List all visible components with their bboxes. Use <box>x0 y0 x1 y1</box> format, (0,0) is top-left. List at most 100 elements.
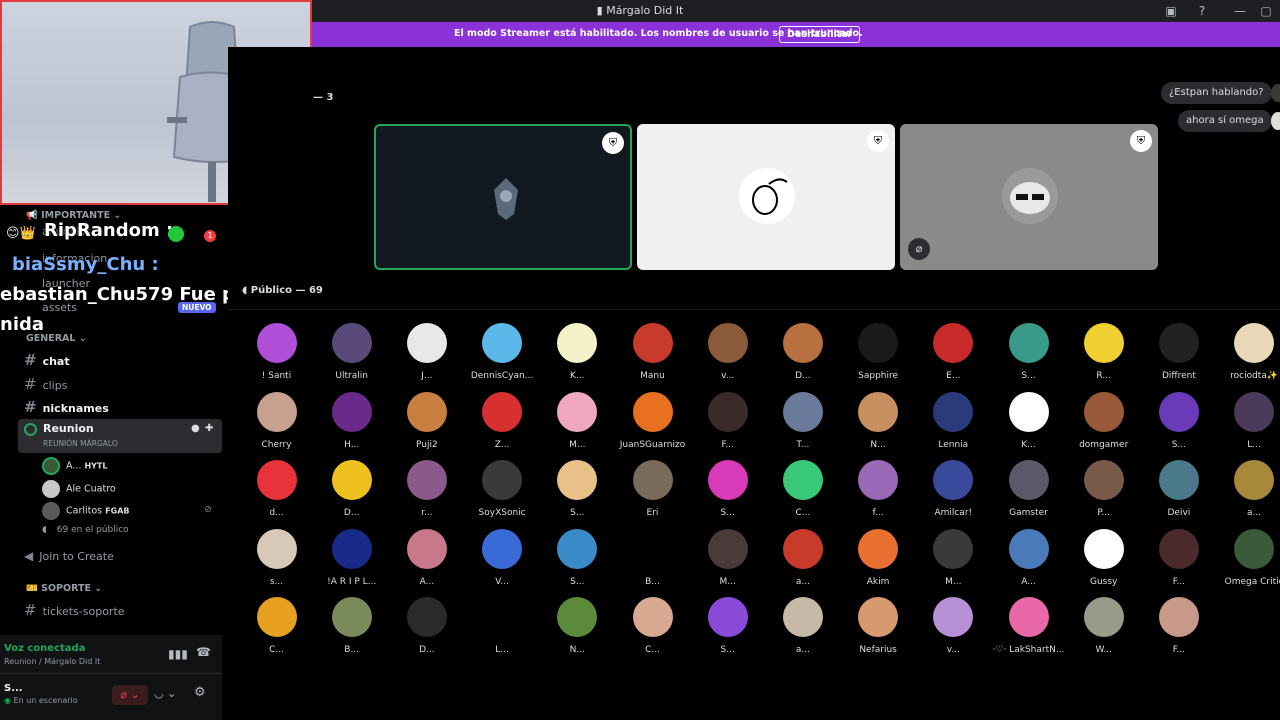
audience-member[interactable]: S... <box>690 597 765 655</box>
audience-member[interactable]: Z... <box>465 391 540 450</box>
channel-reunion[interactable]: Reunion REUNIÓN MÁRGALO ● ✚ <box>18 419 222 453</box>
audience-member[interactable]: Akim <box>841 528 916 587</box>
category-soporte[interactable]: 🎫 SOPORTE ⌄ <box>26 583 102 594</box>
audience-member[interactable]: Omega Critic <box>1217 528 1280 587</box>
microphone-muted-button[interactable]: ⌀ ⌄ <box>112 685 148 705</box>
audience-member[interactable]: D... <box>389 597 464 655</box>
audience-member[interactable]: Puji2 <box>389 391 464 450</box>
add-member-icon[interactable]: ✚ <box>205 423 213 434</box>
audience-member[interactable]: Sapphire <box>841 323 916 381</box>
audience-member[interactable]: f... <box>841 460 916 518</box>
audience-member[interactable]: B... <box>615 528 690 587</box>
headphones-button[interactable]: ◡ ⌄ <box>154 687 176 700</box>
audience-member[interactable]: a... <box>765 528 840 587</box>
audience-member[interactable]: C... <box>765 460 840 518</box>
audience-count[interactable]: ◖ 69 en el público <box>42 525 129 535</box>
audience-member[interactable]: Gamster <box>991 460 1066 518</box>
avatar <box>331 528 372 569</box>
voice-user[interactable]: Ale Cuatro <box>42 480 116 498</box>
audience-member[interactable]: D... <box>765 323 840 381</box>
audience-member[interactable]: Ultralin <box>314 323 389 381</box>
disconnect-icon[interactable]: ☎ <box>196 645 211 659</box>
audience-member[interactable]: M... <box>690 528 765 587</box>
audience-member[interactable]: E... <box>916 323 991 381</box>
inbox-icon[interactable]: ▣ <box>1163 3 1179 19</box>
audience-member[interactable]: rociodta✨ <box>1217 323 1280 381</box>
avatar <box>707 528 748 569</box>
audience-member[interactable]: Lennia <box>916 391 991 450</box>
audience-member[interactable]: Diffrent <box>1141 323 1216 381</box>
audience-member[interactable]: S... <box>1141 391 1216 450</box>
chat-bubble-icon[interactable]: ● <box>191 423 200 434</box>
audience-member[interactable]: N... <box>540 597 615 655</box>
audience-member[interactable]: W... <box>1066 597 1141 655</box>
voice-user[interactable]: Carlitos FGAB ⊘ <box>42 502 212 520</box>
help-icon[interactable]: ? <box>1194 3 1210 19</box>
audience-member[interactable]: !A R I P L... <box>314 528 389 587</box>
audience-member[interactable]: s... <box>239 528 314 587</box>
audience-member[interactable]: B... <box>314 597 389 655</box>
audience-member[interactable]: R... <box>1066 323 1141 381</box>
audience-member[interactable]: S... <box>991 323 1066 381</box>
audience-member[interactable]: d... <box>239 460 314 518</box>
audience-member[interactable]: v... <box>690 323 765 381</box>
audience-member[interactable]: a... <box>765 597 840 655</box>
audience-member[interactable]: C... <box>239 597 314 655</box>
audience-member[interactable]: H... <box>314 391 389 450</box>
audience-member[interactable]: M... <box>540 391 615 450</box>
audience-member[interactable]: J... <box>389 323 464 381</box>
audience-member[interactable]: D... <box>314 460 389 518</box>
channel-tickets-soporte[interactable]: # tickets-soporte <box>24 601 125 619</box>
audience-member[interactable]: Manu <box>615 323 690 381</box>
audience-member[interactable]: N... <box>841 391 916 450</box>
current-user-name[interactable]: S... <box>4 683 23 694</box>
audience-member[interactable]: DennisCyan... <box>465 323 540 381</box>
audience-member[interactable]: C... <box>615 597 690 655</box>
audience-member[interactable]: S... <box>690 460 765 518</box>
audience-member[interactable]: Gussy <box>1066 528 1141 587</box>
audience-member[interactable]: A... <box>991 528 1066 587</box>
audience-member[interactable]: L... <box>1217 391 1280 450</box>
settings-gear-icon[interactable]: ⚙ <box>194 685 206 700</box>
audience-member[interactable]: V... <box>465 528 540 587</box>
audience-member[interactable]: a... <box>1217 460 1280 518</box>
audience-member[interactable]: Deivi <box>1141 460 1216 518</box>
voice-location[interactable]: Reunion / Márgalo Did It <box>4 657 100 666</box>
channel-clips[interactable]: # clips <box>24 375 67 393</box>
audience-member[interactable]: A... <box>389 528 464 587</box>
disable-streamer-button[interactable]: Deshabilitar <box>779 26 861 43</box>
audience-member[interactable]: Nefarius <box>841 597 916 655</box>
voice-user[interactable]: A... HYTL <box>42 457 107 475</box>
audience-member[interactable]: Amilcar! <box>916 460 991 518</box>
audience-member[interactable]: r... <box>389 460 464 518</box>
minimize-icon[interactable]: — <box>1232 3 1248 19</box>
audience-member[interactable]: ·♡· LakShartN... <box>991 597 1066 655</box>
speaker-tile[interactable]: ⛨ <box>374 124 632 270</box>
audience-member[interactable]: v... <box>916 597 991 655</box>
channel-nicknames[interactable]: # nicknames <box>24 398 109 416</box>
audience-member[interactable]: T... <box>765 391 840 450</box>
audience-member[interactable]: L... <box>465 597 540 655</box>
audience-member[interactable]: K... <box>540 323 615 381</box>
audience-member[interactable]: domgamer <box>1066 391 1141 450</box>
audience-member[interactable]: K... <box>991 391 1066 450</box>
audience-member[interactable]: P... <box>1066 460 1141 518</box>
audience-member[interactable]: F... <box>690 391 765 450</box>
audience-member[interactable]: Cherry <box>239 391 314 450</box>
audience-member[interactable]: S... <box>540 460 615 518</box>
noise-suppression-icon[interactable]: ▮▮▮ <box>168 647 188 661</box>
speaker-tile[interactable]: ⛨ ⌀ <box>900 124 1158 270</box>
audience-member[interactable]: JuanSGuarnizo <box>615 391 690 450</box>
maximize-icon[interactable]: ▢ <box>1258 3 1274 19</box>
audience-member[interactable]: F... <box>1141 528 1216 587</box>
audience-member[interactable]: S... <box>540 528 615 587</box>
audience-member[interactable]: ! Santi <box>239 323 314 381</box>
channel-join-to-create[interactable]: ◀ Join to Create <box>24 549 114 563</box>
audience-member[interactable]: SoyXSonic <box>465 460 540 518</box>
speaker-tile[interactable]: ⛨ <box>637 124 895 270</box>
audience-member[interactable]: F... <box>1141 597 1216 655</box>
audience-member[interactable]: Eri <box>615 460 690 518</box>
channel-chat[interactable]: # chat <box>24 351 70 369</box>
audience-member[interactable]: M... <box>916 528 991 587</box>
avatar <box>482 391 523 432</box>
